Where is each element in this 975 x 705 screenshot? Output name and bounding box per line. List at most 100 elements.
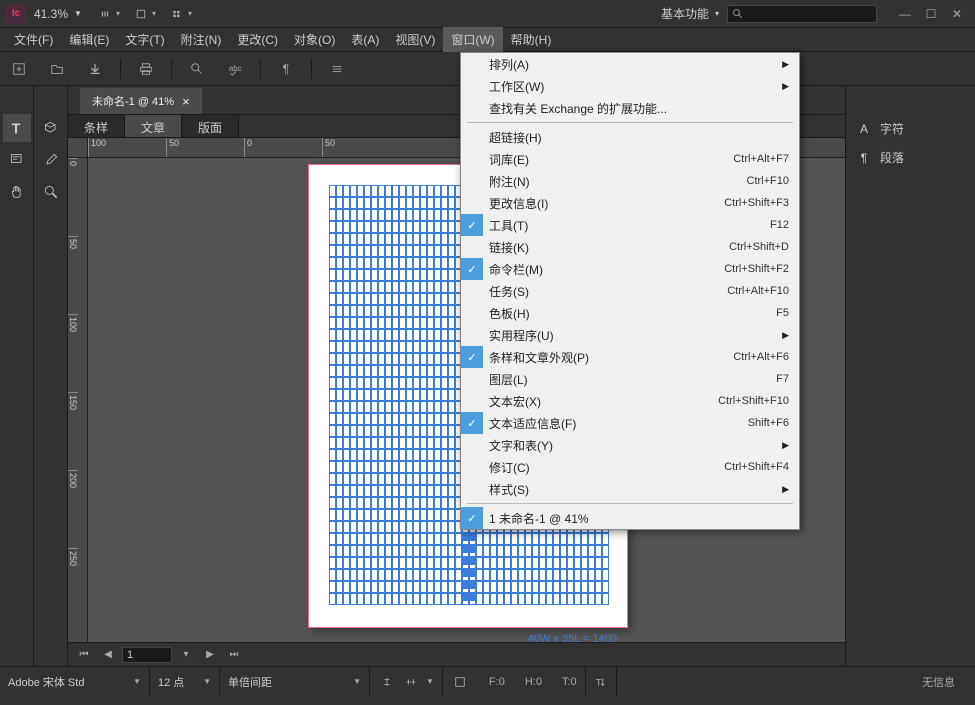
menu-icon[interactable]	[324, 56, 350, 82]
caret-down-icon: ▾	[715, 9, 719, 18]
menu-shortcut: F12	[770, 219, 789, 231]
menu-dropdown-item[interactable]: ✓1 未命名-1 @ 41%	[461, 507, 799, 529]
menu-item[interactable]: 编辑(E)	[61, 27, 117, 52]
menu-item-label: 词库(E)	[489, 151, 529, 168]
caret-icon: ▾	[116, 9, 120, 18]
open-icon[interactable]	[44, 56, 70, 82]
menu-item-label: 任务(S)	[489, 283, 529, 300]
menu-item-label: 文本适应信息(F)	[489, 415, 576, 432]
menu-dropdown-item[interactable]: 查找有关 Exchange 的扩展功能...	[461, 97, 799, 119]
ruler-corner	[68, 138, 88, 158]
menu-dropdown-item[interactable]: 任务(S)Ctrl+Alt+F10	[461, 280, 799, 302]
tool-icon-3[interactable]: ▾	[172, 6, 192, 22]
panel-tab[interactable]: 版面	[182, 115, 239, 137]
save-icon[interactable]	[82, 56, 108, 82]
menu-dropdown-item[interactable]: 工作区(W)▶	[461, 75, 799, 97]
print-icon[interactable]	[133, 56, 159, 82]
tool-icon-2[interactable]: ▾	[136, 6, 156, 22]
caret-down-icon: ▼	[74, 9, 82, 18]
find-icon[interactable]	[184, 56, 210, 82]
panel-tab[interactable]: 条样	[68, 115, 125, 137]
menu-item[interactable]: 视图(V)	[387, 27, 443, 52]
align-horizontal-icon[interactable]	[402, 669, 420, 695]
titlebar-tools: ▾ ▾ ▾	[100, 6, 192, 22]
menu-item[interactable]: 对象(O)	[286, 27, 343, 52]
menu-dropdown-item[interactable]: ✓命令栏(M)Ctrl+Shift+F2	[461, 258, 799, 280]
hand-tool[interactable]	[3, 178, 31, 206]
menu-dropdown-item[interactable]: 超链接(H)	[461, 126, 799, 148]
zoom-dropdown[interactable]: 41.3% ▼	[34, 7, 82, 21]
menu-dropdown-item[interactable]: 修订(C)Ctrl+Shift+F4	[461, 456, 799, 478]
spellcheck-icon[interactable]: abc	[222, 56, 248, 82]
menu-dropdown-item[interactable]: 词库(E)Ctrl+Alt+F7	[461, 148, 799, 170]
menu-item[interactable]: 文件(F)	[6, 27, 61, 52]
new-icon[interactable]	[6, 56, 32, 82]
menu-dropdown-item[interactable]: ✓条样和文章外观(P)Ctrl+Alt+F6	[461, 346, 799, 368]
menu-dropdown-item[interactable]: ✓工具(T)F12	[461, 214, 799, 236]
prev-page-button[interactable]: ◀	[98, 646, 118, 664]
menu-item[interactable]: 文字(T)	[117, 27, 172, 52]
dropdown-page-button[interactable]: ▾	[176, 646, 196, 664]
note-tool[interactable]	[3, 146, 31, 174]
page-number-input[interactable]: 1	[122, 647, 172, 663]
caret-icon: ▾	[152, 9, 156, 18]
menubar: 文件(F)编辑(E)文字(T)附注(N)更改(C)对象(O)表(A)视图(V)窗…	[0, 28, 975, 52]
caret-down-icon: ▼	[203, 677, 211, 686]
position-tool[interactable]	[37, 114, 65, 142]
menu-item[interactable]: 窗口(W)	[443, 27, 502, 52]
tool-icon-1[interactable]: ▾	[100, 6, 120, 22]
panel-item[interactable]: A字符	[846, 114, 975, 143]
font-selector[interactable]: Adobe 宋体 Std ▼	[0, 667, 150, 696]
menu-dropdown-item[interactable]: 图层(L)F7	[461, 368, 799, 390]
menu-shortcut: Ctrl+Alt+F6	[733, 351, 789, 363]
maximize-button[interactable]: ☐	[919, 4, 943, 24]
pilcrow-icon[interactable]: ¶	[273, 56, 299, 82]
type-tool[interactable]: T	[3, 114, 31, 142]
workspace-label: 基本功能	[661, 5, 709, 22]
menu-dropdown-item[interactable]: 文字和表(Y)▶	[461, 434, 799, 456]
workspace-selector[interactable]: 基本功能 ▾	[661, 5, 719, 22]
menu-shortcut: Ctrl+Shift+D	[729, 241, 789, 253]
leading-selector[interactable]: 单倍间距 ▼	[220, 667, 370, 696]
vertical-ruler: 050100150200250	[68, 158, 88, 642]
font-size-selector[interactable]: 12 点 ▼	[150, 667, 220, 696]
menu-dropdown-item[interactable]: 文本宏(X)Ctrl+Shift+F10	[461, 390, 799, 412]
align-vertical-icon[interactable]	[378, 669, 396, 695]
panel-item[interactable]: ¶段落	[846, 143, 975, 172]
menu-dropdown-item[interactable]: 更改信息(I)Ctrl+Shift+F3	[461, 192, 799, 214]
menu-dropdown-item[interactable]: ✓文本适应信息(F)Shift+F6	[461, 412, 799, 434]
caret-down-icon: ▼	[426, 677, 434, 686]
menu-shortcut: Ctrl+Shift+F3	[724, 197, 789, 209]
menu-item[interactable]: 表(A)	[343, 27, 387, 52]
menu-item[interactable]: 帮助(H)	[503, 27, 560, 52]
close-tab-icon[interactable]: ×	[182, 94, 190, 109]
fit-icon[interactable]	[451, 669, 469, 695]
check-icon: ✓	[461, 507, 483, 529]
menu-dropdown-item[interactable]: 排列(A)▶	[461, 53, 799, 75]
right-panels: A字符¶段落	[845, 86, 975, 666]
last-page-button[interactable]: ⏭	[224, 646, 244, 664]
next-page-button[interactable]: ▶	[200, 646, 220, 664]
close-button[interactable]: ✕	[945, 4, 969, 24]
menu-dropdown-item[interactable]: 附注(N)Ctrl+F10	[461, 170, 799, 192]
menu-item-label: 实用程序(U)	[489, 327, 554, 344]
minimize-button[interactable]: —	[893, 4, 917, 24]
menu-dropdown-item[interactable]: 样式(S)▶	[461, 478, 799, 500]
text-wrap-icon[interactable]: T	[586, 667, 617, 696]
menu-item-label: 文本宏(X)	[489, 393, 541, 410]
document-tab[interactable]: 未命名-1 @ 41% ×	[80, 88, 202, 114]
menu-dropdown-item[interactable]: 色板(H)F5	[461, 302, 799, 324]
zoom-tool[interactable]	[37, 178, 65, 206]
first-page-button[interactable]: ⏮	[74, 646, 94, 664]
svg-text:T: T	[11, 121, 20, 137]
menu-item[interactable]: 附注(N)	[173, 27, 230, 52]
menu-item[interactable]: 更改(C)	[229, 27, 286, 52]
fit-info: F:0 H:0 T:0	[443, 667, 586, 696]
menu-item-label: 排列(A)	[489, 56, 529, 73]
search-input[interactable]	[727, 5, 877, 23]
eyedropper-tool[interactable]	[37, 146, 65, 174]
panel-tab[interactable]: 文章	[125, 115, 182, 137]
menu-dropdown-item[interactable]: 链接(K)Ctrl+Shift+D	[461, 236, 799, 258]
statusbar: Adobe 宋体 Std ▼ 12 点 ▼ 单倍间距 ▼ ▼ F:0 H:0 T…	[0, 666, 975, 696]
menu-dropdown-item[interactable]: 实用程序(U)▶	[461, 324, 799, 346]
